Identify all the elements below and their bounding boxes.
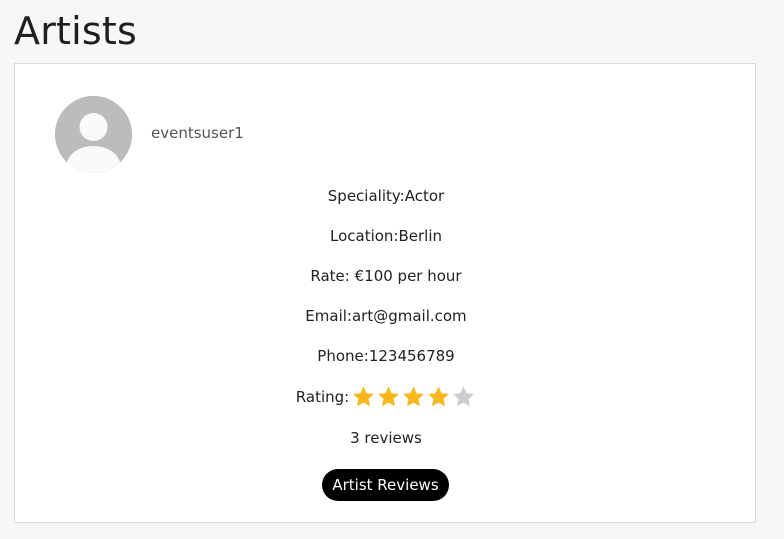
artist-speciality: Speciality:Actor	[15, 186, 757, 206]
phone-label: Phone:	[317, 347, 369, 365]
artist-reviews-button[interactable]: Artist Reviews	[322, 469, 449, 501]
rate-value: €100 per hour	[354, 267, 462, 285]
reviews-count: 3 reviews	[350, 429, 422, 447]
location-label: Location:	[329, 227, 399, 245]
artist-phone: Phone:123456789	[15, 346, 757, 366]
phone-value: 123456789	[368, 347, 455, 365]
artist-rating: Rating:	[15, 385, 757, 409]
artist-username: eventsuser1	[151, 124, 244, 142]
email-label: Email:	[305, 307, 352, 325]
star-filled-icon	[426, 385, 451, 409]
rate-label: Rate:	[310, 267, 355, 285]
rating-label: Rating:	[295, 388, 350, 406]
email-value: art@gmail.com	[351, 307, 467, 325]
artist-rate: Rate: €100 per hour	[15, 266, 757, 286]
star-filled-icon	[351, 385, 376, 409]
star-empty-icon	[451, 385, 476, 409]
rating-stars	[351, 385, 476, 409]
artist-location: Location:Berlin	[15, 226, 757, 246]
location-value: Berlin	[398, 227, 443, 245]
page-title: Artists	[14, 9, 137, 53]
star-filled-icon	[376, 385, 401, 409]
speciality-label: Speciality:	[327, 187, 405, 205]
artist-card: eventsuser1 Speciality:Actor Location:Be…	[14, 63, 756, 523]
speciality-value: Actor	[404, 187, 445, 205]
artist-email: Email:art@gmail.com	[15, 306, 757, 326]
star-filled-icon	[401, 385, 426, 409]
user-placeholder-icon	[55, 96, 132, 173]
